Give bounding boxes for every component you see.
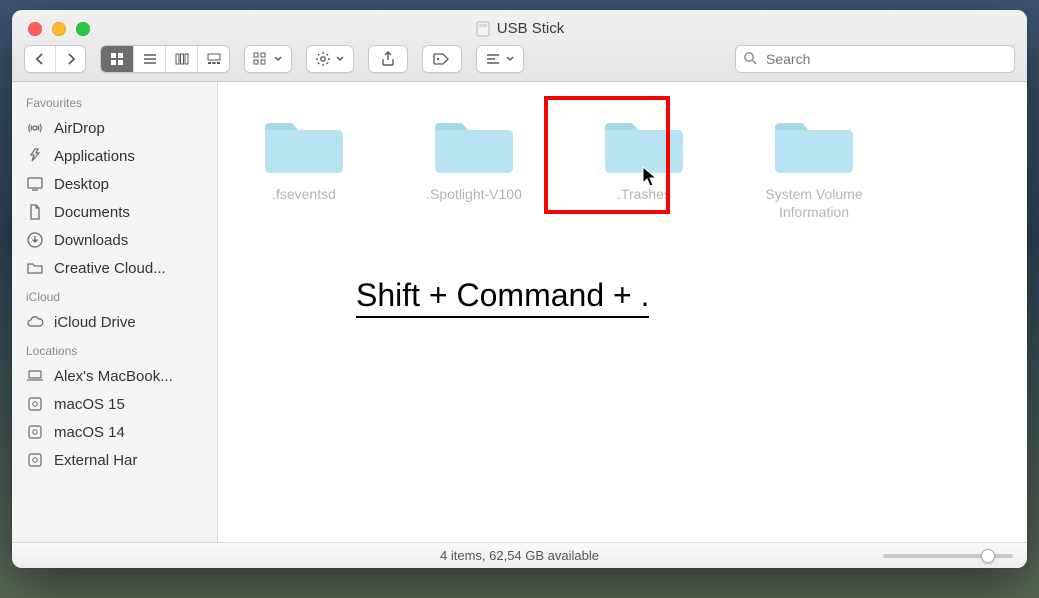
grid-icon xyxy=(110,52,124,66)
gallery-icon xyxy=(207,53,221,65)
usb-disk-icon xyxy=(475,21,491,37)
desktop-icon xyxy=(26,175,44,193)
sidebar-item-label: Desktop xyxy=(54,176,109,193)
folder-icon xyxy=(431,112,517,178)
sidebar-item-label: Alex's MacBook... xyxy=(54,368,173,385)
gallery-view-button[interactable] xyxy=(197,46,229,72)
window-body: Favourites AirDrop Applications Desktop … xyxy=(12,82,1027,542)
downloads-icon xyxy=(26,231,44,249)
sidebar-item-label: macOS 15 xyxy=(54,396,125,413)
sidebar-item-label: Downloads xyxy=(54,232,128,249)
sidebar-item-macos14[interactable]: macOS 14 xyxy=(12,418,217,446)
chevron-down-icon xyxy=(273,54,283,64)
cloud-icon xyxy=(26,313,44,331)
external-disk-icon xyxy=(26,451,44,469)
list-view-button[interactable] xyxy=(133,46,165,72)
sidebar-section-locations: Locations xyxy=(12,336,217,362)
folder-icon xyxy=(771,112,857,178)
content-area[interactable]: .fseventsd .Spotlight-V100 .Trashes Syst… xyxy=(218,82,1027,542)
tags-button[interactable] xyxy=(422,45,462,73)
sidebar-item-label: Creative Cloud... xyxy=(54,260,166,277)
tag-icon xyxy=(433,53,451,65)
forward-button[interactable] xyxy=(55,46,85,72)
gear-icon xyxy=(315,51,331,67)
sidebar-item-label: macOS 14 xyxy=(54,424,125,441)
folder-icon xyxy=(26,259,44,277)
back-button[interactable] xyxy=(25,46,55,72)
folder-label: System Volume Information xyxy=(764,186,864,221)
nav-group xyxy=(24,45,86,73)
columns-icon xyxy=(175,53,189,65)
arrange-icon xyxy=(485,53,501,65)
search-input[interactable] xyxy=(735,45,1015,73)
disk-icon xyxy=(26,423,44,441)
titlebar: USB Stick xyxy=(12,10,1027,82)
action-menu-button[interactable] xyxy=(306,45,354,73)
group-by-button[interactable] xyxy=(244,45,292,73)
folder-fseventsd[interactable]: .fseventsd xyxy=(254,112,354,204)
chevron-left-icon xyxy=(35,53,45,65)
share-button[interactable] xyxy=(368,45,408,73)
sidebar-item-label: AirDrop xyxy=(54,120,105,137)
laptop-icon xyxy=(26,367,44,385)
folder-label: .fseventsd xyxy=(272,186,336,204)
sidebar-item-downloads[interactable]: Downloads xyxy=(12,226,217,254)
folder-spotlight[interactable]: .Spotlight-V100 xyxy=(424,112,524,204)
icon-size-slider[interactable] xyxy=(883,554,1013,558)
sidebar-item-macos15[interactable]: macOS 15 xyxy=(12,390,217,418)
sidebar-item-macbook[interactable]: Alex's MacBook... xyxy=(12,362,217,390)
documents-icon xyxy=(26,203,44,221)
folder-icon xyxy=(261,112,347,178)
chevron-right-icon xyxy=(66,53,76,65)
share-icon xyxy=(381,51,395,67)
window-title: USB Stick xyxy=(12,20,1027,37)
group-icon xyxy=(253,52,269,66)
statusbar-text: 4 items, 62,54 GB available xyxy=(440,548,599,563)
applications-icon xyxy=(26,147,44,165)
sidebar-section-icloud: iCloud xyxy=(12,282,217,308)
keyboard-shortcut-overlay: Shift + Command + . xyxy=(356,277,649,318)
slider-knob[interactable] xyxy=(981,549,995,563)
sidebar-item-label: Documents xyxy=(54,204,130,221)
sidebar-item-icloud-drive[interactable]: iCloud Drive xyxy=(12,308,217,336)
sidebar[interactable]: Favourites AirDrop Applications Desktop … xyxy=(12,82,218,542)
sidebar-item-creative-cloud[interactable]: Creative Cloud... xyxy=(12,254,217,282)
sidebar-item-label: Applications xyxy=(54,148,135,165)
search-icon xyxy=(743,51,758,66)
cursor-icon xyxy=(642,166,658,188)
sidebar-item-applications[interactable]: Applications xyxy=(12,142,217,170)
folder-svi[interactable]: System Volume Information xyxy=(764,112,864,221)
search-box xyxy=(735,45,1015,73)
sidebar-item-airdrop[interactable]: AirDrop xyxy=(12,114,217,142)
sidebar-item-label: External Har xyxy=(54,452,137,469)
toolbar xyxy=(24,45,1015,73)
sidebar-item-external-hd[interactable]: External Har xyxy=(12,446,217,474)
chevron-down-icon xyxy=(335,54,345,64)
statusbar: 4 items, 62,54 GB available xyxy=(12,542,1027,568)
arrange-button[interactable] xyxy=(476,45,524,73)
icon-view-button[interactable] xyxy=(101,46,133,72)
view-mode-segment xyxy=(100,45,230,73)
highlight-annotation xyxy=(544,96,670,214)
airdrop-icon xyxy=(26,119,44,137)
window-title-text: USB Stick xyxy=(497,20,565,37)
folder-label: .Spotlight-V100 xyxy=(426,186,522,204)
sidebar-item-desktop[interactable]: Desktop xyxy=(12,170,217,198)
disk-icon xyxy=(26,395,44,413)
sidebar-item-label: iCloud Drive xyxy=(54,314,136,331)
column-view-button[interactable] xyxy=(165,46,197,72)
finder-window: USB Stick xyxy=(12,10,1027,568)
list-icon xyxy=(143,53,157,65)
sidebar-section-favourites: Favourites xyxy=(12,88,217,114)
chevron-down-icon xyxy=(505,54,515,64)
sidebar-item-documents[interactable]: Documents xyxy=(12,198,217,226)
